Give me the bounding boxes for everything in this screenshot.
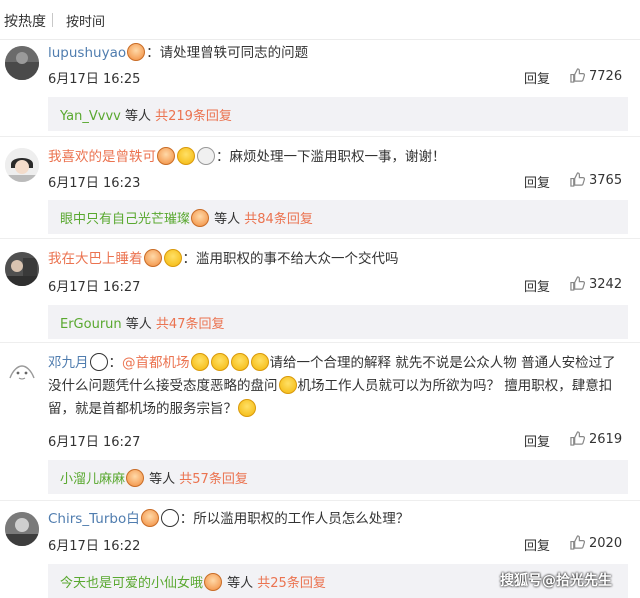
comment-text: 邓九月 ：@首都机场 请给一个合理的解释 就先不说是公众人物 普通人安检过了没什么问…	[48, 353, 616, 417]
sort-by-hot-tab[interactable]: 按热度	[4, 11, 46, 31]
like-button[interactable]: 3765	[570, 172, 622, 188]
sub-replies-box[interactable]: 小溜儿麻麻 等人 共57条回复	[48, 460, 628, 494]
comment-divider	[0, 238, 640, 239]
sub-reply-suffix: 等人	[145, 472, 180, 487]
sub-reply-suffix: 等人	[120, 109, 156, 124]
sub-reply-user[interactable]: ErGourun	[60, 317, 122, 332]
like-count: 2020	[589, 536, 623, 551]
sub-reply-count[interactable]: 共219条回复	[155, 109, 232, 124]
watermark: 搜狐号@拾光先生	[500, 573, 612, 589]
smile-emoji-icon	[190, 353, 209, 371]
sunglasses-emoji-icon	[163, 249, 182, 267]
like-count: 3242	[589, 277, 623, 292]
avatar[interactable]	[5, 148, 39, 182]
smile-emoji-icon	[278, 376, 297, 394]
sub-reply-count[interactable]: 共47条回复	[156, 317, 225, 332]
comment-text: 我喜欢的是曾轶可 ：麻烦处理一下滥用职权一事，谢谢！	[48, 146, 446, 168]
clock-emoji-icon	[197, 147, 215, 165]
avatar[interactable]	[5, 252, 39, 286]
like-count: 2619	[589, 432, 623, 447]
like-count: 3765	[589, 173, 623, 188]
comment-body: ：所以滥用职权的工作人员怎么处理？	[179, 511, 410, 527]
comment-body: ：麻烦处理一下滥用职权一事，谢谢！	[216, 149, 446, 165]
smile-emoji-icon	[210, 353, 229, 371]
crying-emoji-icon	[126, 469, 145, 487]
thumbs-up-icon	[570, 172, 585, 187]
comment-item: 我喜欢的是曾轶可 ：麻烦处理一下滥用职权一事，谢谢！ 6月17日 16:23 回复…	[0, 144, 640, 236]
comment-username[interactable]: 我喜欢的是曾轶可	[48, 149, 156, 165]
comment-time: 6月17日 16:27	[48, 435, 141, 450]
sort-divider	[52, 13, 53, 27]
sub-reply-suffix: 等人	[223, 576, 258, 591]
smile-emoji-icon	[177, 147, 195, 165]
avatar[interactable]	[5, 512, 39, 546]
comment-text: Chirs_Turbo白 ：所以滥用职权的工作人员怎么处理？	[48, 508, 409, 530]
sub-replies-box[interactable]: 眼中只有自己光芒璀璨 等人 共84条回复	[48, 200, 628, 234]
comment-body: ：请处理曾轶可同志的问题	[146, 45, 309, 61]
reply-button[interactable]: 回复	[524, 535, 550, 554]
smile-emoji-icon	[250, 353, 269, 371]
comment-divider	[0, 342, 640, 343]
reply-button[interactable]: 回复	[524, 68, 550, 87]
sub-replies-box[interactable]: ErGourun 等人 共47条回复	[48, 305, 628, 339]
comment-text: 我在大巴上睡着 ：滥用职权的事不给大众一个交代吗	[48, 248, 399, 270]
thumbs-up-icon	[570, 276, 585, 291]
sub-reply-suffix: 等人	[121, 317, 156, 332]
crying-emoji-icon	[127, 43, 146, 61]
sub-reply-count[interactable]: 共57条回复	[179, 472, 248, 487]
reply-button[interactable]: 回复	[524, 276, 550, 295]
comment-divider	[0, 500, 640, 501]
sub-reply-count[interactable]: 共25条回复	[257, 576, 326, 591]
panda-emoji-icon	[89, 353, 108, 371]
thumbs-up-icon	[570, 68, 585, 83]
panda-emoji-icon	[160, 509, 179, 527]
comment-text: lupushuyao ：请处理曾轶可同志的问题	[48, 42, 308, 64]
comment-time: 6月17日 16:25	[48, 72, 141, 87]
comment-time: 6月17日 16:23	[48, 176, 141, 191]
smile-emoji-icon	[230, 353, 249, 371]
comment-username[interactable]: 邓九月	[48, 355, 89, 371]
sub-reply-user[interactable]: 小溜儿麻麻	[60, 472, 125, 487]
sub-reply-user[interactable]: 眼中只有自己光芒璀璨	[60, 212, 190, 227]
comment-username[interactable]: 我在大巴上睡着	[48, 251, 143, 267]
reply-button[interactable]: 回复	[524, 431, 550, 450]
thumbs-up-icon	[570, 431, 585, 446]
sub-reply-user[interactable]: 今天也是可爱的小仙女哦	[60, 576, 203, 591]
reply-button[interactable]: 回复	[524, 172, 550, 191]
crying-emoji-icon	[143, 249, 162, 267]
comment-item: 我在大巴上睡着 ：滥用职权的事不给大众一个交代吗 6月17日 16:27 回复 3…	[0, 246, 640, 339]
comment-username[interactable]: Chirs_Turbo白	[48, 511, 140, 527]
sort-bar: 按热度 按时间	[0, 0, 640, 40]
comment-item: 邓九月 ：@首都机场 请给一个合理的解释 就先不说是公众人物 普通人安检过了没什么问…	[0, 350, 640, 494]
sub-replies-box[interactable]: Yan_Vvvv 等人 共219条回复	[48, 97, 628, 131]
like-button[interactable]: 2619	[570, 431, 622, 447]
crying-emoji-icon	[204, 573, 223, 591]
crying-emoji-icon	[157, 147, 175, 165]
avatar[interactable]	[5, 356, 39, 390]
comment-username[interactable]: lupushuyao	[48, 45, 126, 61]
comment-body: ：滥用职权的事不给大众一个交代吗	[182, 251, 399, 267]
sort-by-time-tab[interactable]: 按时间	[66, 11, 105, 30]
crying-emoji-icon	[191, 209, 210, 227]
comment-divider	[0, 136, 640, 137]
comment-item: lupushuyao ：请处理曾轶可同志的问题 6月17日 16:25 回复 77…	[0, 40, 640, 137]
avatar[interactable]	[5, 46, 39, 80]
comment-time: 6月17日 16:27	[48, 280, 141, 295]
mention-link[interactable]: @首都机场	[122, 355, 190, 371]
sub-reply-suffix: 等人	[210, 212, 245, 227]
comment-time: 6月17日 16:22	[48, 539, 141, 554]
like-button[interactable]: 7726	[570, 68, 622, 84]
crying-emoji-icon	[140, 509, 159, 527]
smile-emoji-icon	[238, 399, 256, 417]
sub-reply-count[interactable]: 共84条回复	[244, 212, 313, 227]
sub-reply-user[interactable]: Yan_Vvvv	[60, 109, 121, 124]
like-button[interactable]: 3242	[570, 276, 622, 292]
like-button[interactable]: 2020	[570, 535, 622, 551]
like-count: 7726	[589, 69, 623, 84]
thumbs-up-icon	[570, 535, 585, 550]
